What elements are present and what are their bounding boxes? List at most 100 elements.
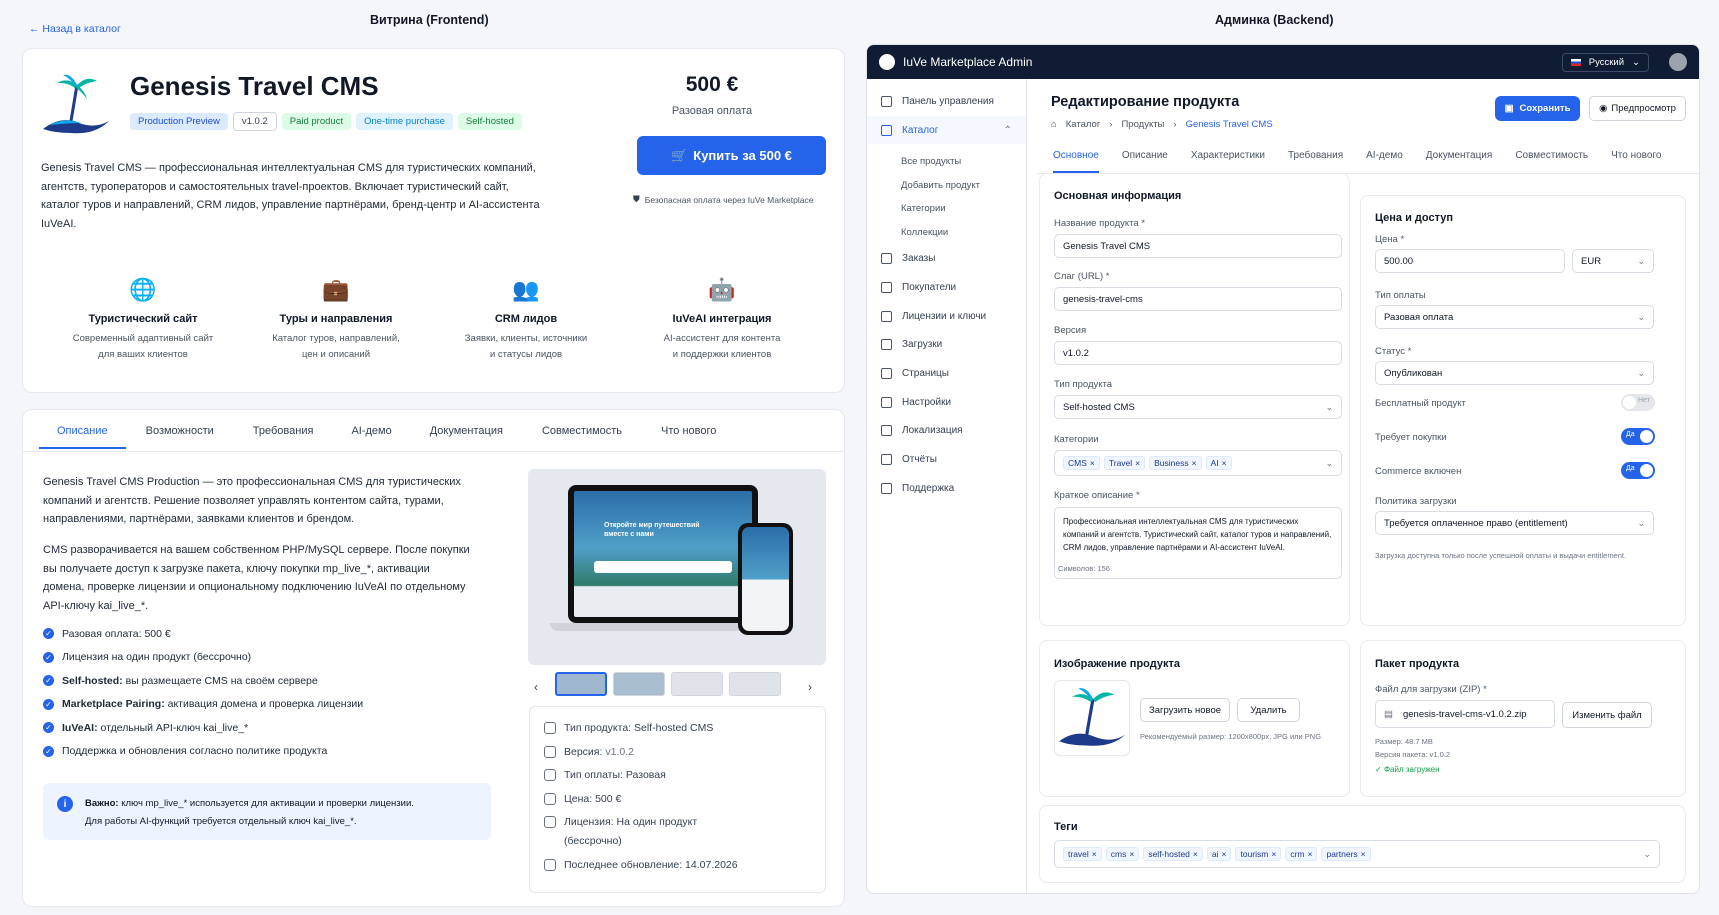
marketplace-logo-icon bbox=[879, 54, 895, 70]
chevron-down-icon: ⌄ bbox=[1637, 255, 1645, 266]
commerce-enabled-toggle[interactable]: Да bbox=[1621, 462, 1655, 479]
save-button[interactable]: ▣ Сохранить bbox=[1495, 96, 1580, 121]
download-policy-select[interactable]: Требуется оплаченное право (entitlement)… bbox=[1375, 511, 1654, 535]
feature-site: 🌐 Туристический сайт Современный адаптив… bbox=[68, 277, 218, 363]
sidebar-sub-categories[interactable]: Категории bbox=[867, 197, 1026, 221]
feature-title: Туры и направления bbox=[279, 313, 393, 325]
package-file-field[interactable]: ▤ genesis-travel-cms-v1.0.2.zip bbox=[1375, 700, 1555, 728]
catalog-icon bbox=[881, 124, 892, 136]
free-product-toggle[interactable]: Нет bbox=[1621, 394, 1655, 411]
tab-requirements[interactable]: Требования bbox=[1288, 150, 1343, 171]
breadcrumb-catalog[interactable]: Каталог bbox=[1066, 119, 1101, 130]
eye-icon: ◉ bbox=[1599, 103, 1608, 114]
avatar[interactable] bbox=[1669, 53, 1687, 71]
tab-ai-demo[interactable]: AI-демо bbox=[1366, 150, 1403, 171]
sidebar-item-settings[interactable]: Настройки bbox=[867, 388, 1026, 417]
product-type-select[interactable]: Self-hosted CMS ⌄ bbox=[1054, 395, 1342, 419]
gallery-thumb[interactable] bbox=[613, 672, 665, 696]
list-item: ✓ Marketplace Pairing: активация домена и… bbox=[43, 693, 473, 717]
buy-button[interactable]: 🛒 Купить за 500 € bbox=[637, 136, 826, 175]
gallery-prev-button[interactable]: ‹ bbox=[534, 680, 538, 694]
payment-type-select[interactable]: Разовая оплата ⌄ bbox=[1375, 305, 1654, 329]
status-select[interactable]: Опубликован ⌄ bbox=[1375, 361, 1654, 385]
tab-whats-new[interactable]: Что нового bbox=[661, 425, 716, 449]
save-icon: ▣ bbox=[1504, 103, 1514, 114]
category-chip: AI × bbox=[1205, 456, 1232, 470]
users-icon: 👥 bbox=[512, 277, 540, 302]
tab-documentation[interactable]: Документация bbox=[1426, 150, 1493, 171]
check-icon: ✓ bbox=[1375, 765, 1384, 774]
tab-features[interactable]: Возможности bbox=[146, 425, 214, 449]
requires-purchase-toggle[interactable]: Да bbox=[1621, 428, 1655, 445]
frontend-heading: Витрина (Frontend) bbox=[370, 13, 489, 27]
tab-ai-demo[interactable]: AI-демо bbox=[351, 425, 391, 449]
sidebar-item-catalog[interactable]: Каталог ⌃ bbox=[867, 115, 1026, 145]
categories-multiselect[interactable]: CMS × Travel × Business × AI × ⌄ bbox=[1054, 450, 1342, 476]
price-input[interactable]: 500.00 bbox=[1375, 249, 1565, 273]
sidebar-item-localization[interactable]: Локализация bbox=[867, 417, 1026, 446]
sidebar-item-customers[interactable]: Покупатели bbox=[867, 273, 1026, 302]
product-details-card: Описание Возможности Требования AI-демо … bbox=[22, 409, 845, 907]
sidebar-sub-all-products[interactable]: Все продукты bbox=[867, 150, 1026, 174]
sidebar-item-licenses[interactable]: Лицензии и ключи bbox=[867, 302, 1026, 331]
feature-title: CRM лидов bbox=[494, 313, 558, 325]
app-title: IuVe Marketplace Admin bbox=[903, 55, 1033, 69]
tab-compatibility[interactable]: Совместимость bbox=[1515, 150, 1588, 171]
shield-icon: ⛊ bbox=[633, 194, 640, 204]
tab-description[interactable]: Описание bbox=[1122, 150, 1168, 171]
gallery-thumb[interactable] bbox=[729, 672, 781, 696]
product-name-input[interactable]: Genesis Travel CMS bbox=[1054, 234, 1342, 258]
product-screenshot: Откройте мир путешествий вместе с нами bbox=[528, 469, 826, 665]
chevron-up-icon: ⌃ bbox=[1003, 124, 1012, 136]
cart-icon bbox=[881, 253, 892, 265]
basic-info-title: Основная информация bbox=[1054, 190, 1182, 202]
tab-description[interactable]: Описание bbox=[39, 425, 126, 449]
sidebar-item-downloads[interactable]: Загрузки bbox=[867, 330, 1026, 359]
tab-characteristics[interactable]: Характеристики bbox=[1191, 150, 1265, 171]
chart-icon bbox=[881, 454, 892, 466]
tab-documentation[interactable]: Документация bbox=[430, 425, 503, 449]
tab-whats-new[interactable]: Что нового bbox=[1611, 150, 1661, 171]
sidebar-item-dashboard[interactable]: Панель управления bbox=[867, 87, 1026, 116]
language-select[interactable]: Русский ⌄ bbox=[1561, 52, 1649, 72]
gallery-thumb[interactable] bbox=[555, 672, 607, 696]
tab-compatibility[interactable]: Совместимость bbox=[542, 425, 622, 449]
sidebar-item-orders[interactable]: Заказы bbox=[867, 244, 1026, 273]
sidebar-item-support[interactable]: Поддержка bbox=[867, 474, 1026, 503]
feature-desc: AI-ассистент для контента и поддержки кли… bbox=[663, 333, 781, 360]
version-input[interactable]: v1.0.2 bbox=[1054, 341, 1342, 365]
admin-topbar: IuVe Marketplace Admin Русский ⌄ bbox=[867, 45, 1699, 79]
sidebar-sub-add-product[interactable]: Добавить продукт bbox=[867, 174, 1026, 198]
back-to-catalog-link[interactable]: ← Назад в каталог bbox=[29, 23, 121, 35]
slug-input[interactable]: genesis-travel-cms bbox=[1054, 287, 1342, 311]
gallery-next-button[interactable]: › bbox=[808, 680, 812, 694]
sidebar-sub-collections[interactable]: Коллекции bbox=[867, 221, 1026, 245]
product-hero-card: Genesis Travel CMS Production Preview v1.… bbox=[22, 48, 845, 393]
sidebar-item-pages[interactable]: Страницы bbox=[867, 359, 1026, 388]
status-label: Статус * bbox=[1375, 346, 1412, 357]
product-title: Genesis Travel CMS bbox=[130, 71, 379, 101]
change-file-button[interactable]: Изменить файл bbox=[1562, 702, 1652, 728]
gallery-thumb[interactable] bbox=[671, 672, 723, 696]
delete-image-button[interactable]: Удалить bbox=[1237, 698, 1300, 722]
backend-heading: Админка (Backend) bbox=[1215, 13, 1334, 27]
tab-requirements[interactable]: Требования bbox=[253, 425, 314, 449]
home-icon: ⌂ bbox=[1051, 119, 1057, 130]
preview-button[interactable]: ◉ Предпросмотр bbox=[1589, 96, 1686, 121]
close-icon: × bbox=[1135, 458, 1141, 468]
tag-chip: ai × bbox=[1206, 847, 1232, 861]
sidebar-item-reports[interactable]: Отчёты bbox=[867, 445, 1026, 474]
save-label: Сохранить bbox=[1519, 103, 1571, 114]
list-item: ✓ Поддержка и обновления согласно политик… bbox=[43, 740, 473, 764]
flag-icon bbox=[1570, 58, 1581, 66]
tab-basic[interactable]: Основное bbox=[1053, 150, 1099, 173]
basic-info-card: Основная информация Название продукта * … bbox=[1039, 173, 1350, 626]
currency-select[interactable]: EUR ⌄ bbox=[1572, 249, 1654, 273]
category-chip: Business × bbox=[1149, 456, 1202, 470]
close-icon: × bbox=[1271, 849, 1277, 859]
breadcrumb-products[interactable]: Продукты bbox=[1121, 119, 1164, 130]
upload-image-button[interactable]: Загрузить новое bbox=[1140, 698, 1230, 722]
product-type-icon bbox=[544, 722, 556, 734]
tags-input[interactable]: travel × cms × self-hosted × ai × tourism × crm × pa… bbox=[1054, 840, 1660, 868]
tag-chip: partners × bbox=[1321, 847, 1371, 861]
